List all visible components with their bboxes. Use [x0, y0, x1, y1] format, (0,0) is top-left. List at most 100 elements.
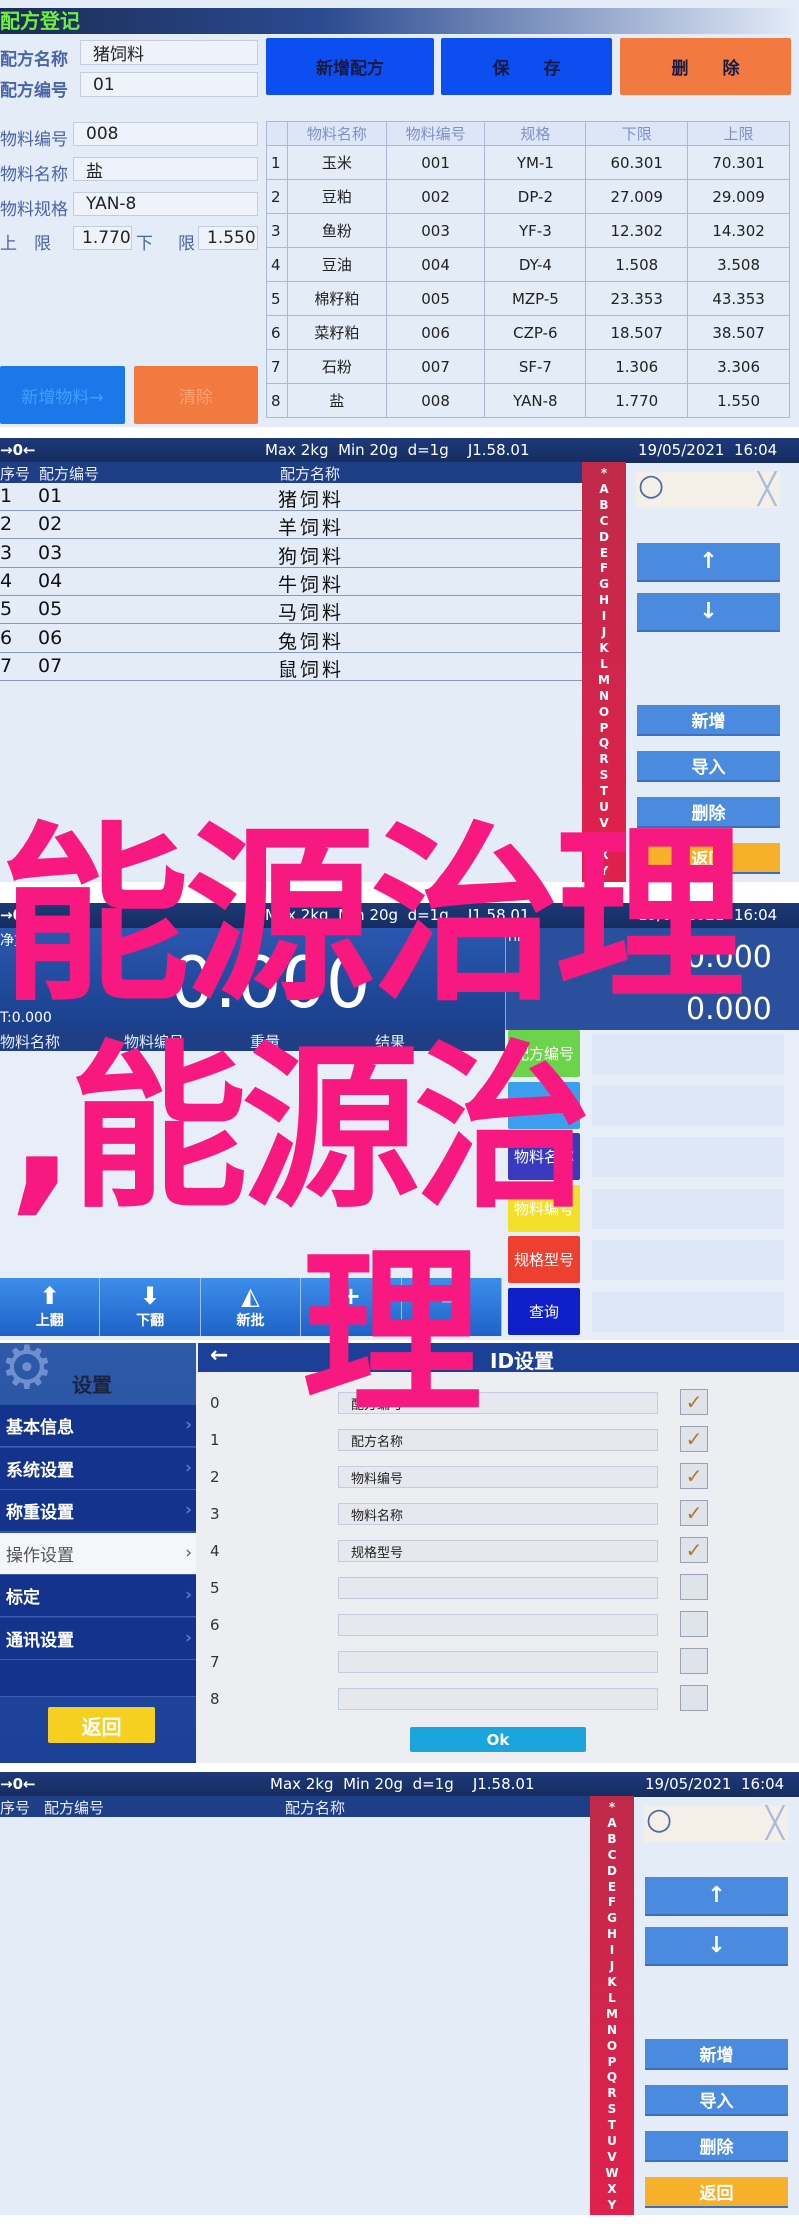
table-row[interactable]: 6 菜籽粕 006 CZP-6 18.507 38.507: [266, 315, 790, 350]
list-item[interactable]: 4 04 牛饲料: [0, 568, 582, 596]
menu-item[interactable]: 基本信息 ›: [0, 1405, 196, 1447]
list-item[interactable]: 3 03 狗饲料: [0, 540, 582, 568]
table-row[interactable]: 5 棉籽粕 005 MZP-5 23.353 43.353: [266, 281, 790, 316]
save-button[interactable]: 保 存: [441, 38, 612, 95]
import-button[interactable]: 导入: [645, 2085, 788, 2116]
toolbar-button[interactable]: ⬇ 下翻: [100, 1278, 201, 1336]
menu-item[interactable]: 通讯设置 ›: [0, 1617, 196, 1660]
alphabet-letter[interactable]: L: [590, 1991, 634, 2007]
list-item[interactable]: 7 07 鼠饲料: [0, 653, 582, 681]
scroll-up-button[interactable]: ↑: [645, 1877, 788, 1916]
alphabet-letter[interactable]: G: [590, 1911, 634, 1927]
alphabet-letter[interactable]: E: [590, 1880, 634, 1896]
close-icon[interactable]: ╳: [758, 472, 776, 507]
alphabet-letter[interactable]: W: [590, 2166, 634, 2182]
table-row[interactable]: 7 石粉 007 SF-7 1.306 3.306: [266, 349, 790, 384]
alphabet-letter[interactable]: R: [582, 752, 626, 768]
scroll-down-button[interactable]: ↓: [637, 593, 780, 632]
add-button[interactable]: 新增: [645, 2039, 788, 2070]
close-icon[interactable]: ╳: [766, 1806, 784, 1841]
id-name-input[interactable]: [338, 1688, 658, 1710]
table-row[interactable]: 8 盐 008 YAN-8 1.770 1.550: [266, 383, 790, 418]
table-row[interactable]: 1 玉米 001 YM-1 60.301 70.301: [266, 145, 790, 180]
material-spec-input[interactable]: YAN-8: [73, 192, 258, 216]
alphabet-letter[interactable]: N: [582, 689, 626, 705]
alphabet-letter[interactable]: Q: [582, 736, 626, 752]
alphabet-letter[interactable]: C: [590, 1848, 634, 1864]
list-item[interactable]: 2 02 羊饲料: [0, 511, 582, 540]
alphabet-letter[interactable]: O: [582, 705, 626, 721]
alphabet-letter[interactable]: J: [582, 625, 626, 641]
back-arrow-icon[interactable]: ←: [210, 1343, 228, 1368]
alphabet-letter[interactable]: U: [590, 2134, 634, 2150]
id-checkbox[interactable]: [680, 1611, 708, 1637]
material-name-input[interactable]: 盐: [73, 157, 258, 182]
list-item[interactable]: 1 01 猪饲料: [0, 483, 582, 511]
alphabet-letter[interactable]: Y: [590, 2198, 634, 2214]
menu-item[interactable]: 系统设置 ›: [0, 1447, 196, 1490]
alphabet-letter[interactable]: H: [590, 1927, 634, 1943]
scroll-down-button[interactable]: ↓: [645, 1927, 788, 1966]
alphabet-letter[interactable]: Q: [590, 2070, 634, 2086]
alphabet-letter[interactable]: A: [582, 482, 626, 498]
alphabet-letter[interactable]: K: [590, 1975, 634, 1991]
side-button-4[interactable]: 规格型号: [508, 1236, 580, 1283]
id-checkbox[interactable]: ✓: [680, 1389, 708, 1415]
back-button[interactable]: 返回: [48, 1707, 155, 1743]
alphabet-index[interactable]: *ABCDEFGHIJKLMNOPQRSTUVWXYZ: [590, 1796, 634, 2215]
add-material-button[interactable]: 新增物料→: [0, 366, 125, 424]
delete-button[interactable]: 删除: [645, 2131, 788, 2162]
side-button-5[interactable]: 查询: [508, 1287, 580, 1335]
alphabet-letter[interactable]: F: [582, 561, 626, 577]
id-checkbox[interactable]: ✓: [680, 1500, 708, 1526]
id-checkbox[interactable]: [680, 1648, 708, 1674]
alphabet-letter[interactable]: I: [590, 1943, 634, 1959]
id-name-input[interactable]: [338, 1651, 658, 1673]
id-checkbox[interactable]: [680, 1574, 708, 1600]
list-item[interactable]: 5 05 马饲料: [0, 596, 582, 625]
alphabet-letter[interactable]: M: [590, 2007, 634, 2023]
alphabet-letter[interactable]: I: [582, 609, 626, 625]
alphabet-letter[interactable]: C: [582, 514, 626, 530]
id-checkbox[interactable]: ✓: [680, 1426, 708, 1452]
id-name-input[interactable]: 规格型号: [338, 1540, 658, 1562]
alphabet-letter[interactable]: E: [582, 546, 626, 562]
alphabet-letter[interactable]: O: [590, 2039, 634, 2055]
search-box[interactable]: ○ ╳: [636, 468, 780, 508]
toolbar-button[interactable]: ⬆ 上翻: [0, 1278, 101, 1336]
alphabet-letter[interactable]: V: [590, 2150, 634, 2166]
material-code-input[interactable]: 008: [73, 122, 258, 146]
alphabet-letter[interactable]: K: [582, 641, 626, 657]
alphabet-letter[interactable]: *: [590, 1800, 634, 1816]
list-item[interactable]: 6 06 兔饲料: [0, 625, 582, 653]
search-box[interactable]: ○ ╳: [644, 1802, 788, 1842]
alphabet-letter[interactable]: D: [590, 1864, 634, 1880]
alphabet-letter[interactable]: B: [582, 498, 626, 514]
id-name-input[interactable]: [338, 1577, 658, 1599]
id-checkbox[interactable]: [680, 1685, 708, 1711]
clear-button[interactable]: 清除: [134, 366, 258, 424]
back-button[interactable]: 返回: [645, 2177, 788, 2208]
scroll-up-button[interactable]: ↑: [637, 543, 780, 582]
menu-item[interactable]: 标定 ›: [0, 1575, 196, 1617]
id-checkbox[interactable]: ✓: [680, 1537, 708, 1563]
import-button[interactable]: 导入: [637, 751, 780, 782]
upper-limit-input[interactable]: 1.770: [73, 226, 132, 250]
id-name-input[interactable]: 物料名称: [338, 1503, 658, 1525]
id-name-input[interactable]: 物料编号: [338, 1466, 658, 1488]
alphabet-letter[interactable]: J: [590, 1959, 634, 1975]
alphabet-letter[interactable]: Z: [590, 2214, 634, 2215]
new-recipe-button[interactable]: 新增配方: [266, 38, 434, 95]
menu-item[interactable]: 操作设置 ›: [0, 1532, 196, 1575]
table-row[interactable]: 2 豆粕 002 DP-2 27.009 29.009: [266, 179, 790, 214]
alphabet-letter[interactable]: *: [582, 466, 626, 482]
ok-button[interactable]: Ok: [410, 1727, 586, 1752]
alphabet-letter[interactable]: G: [582, 577, 626, 593]
alphabet-letter[interactable]: P: [590, 2055, 634, 2071]
add-button[interactable]: 新增: [637, 705, 780, 736]
table-row[interactable]: 3 鱼粉 003 YF-3 12.302 14.302: [266, 213, 790, 248]
alphabet-letter[interactable]: D: [582, 530, 626, 546]
id-name-input[interactable]: [338, 1614, 658, 1636]
id-checkbox[interactable]: ✓: [680, 1463, 708, 1489]
alphabet-letter[interactable]: L: [582, 657, 626, 673]
